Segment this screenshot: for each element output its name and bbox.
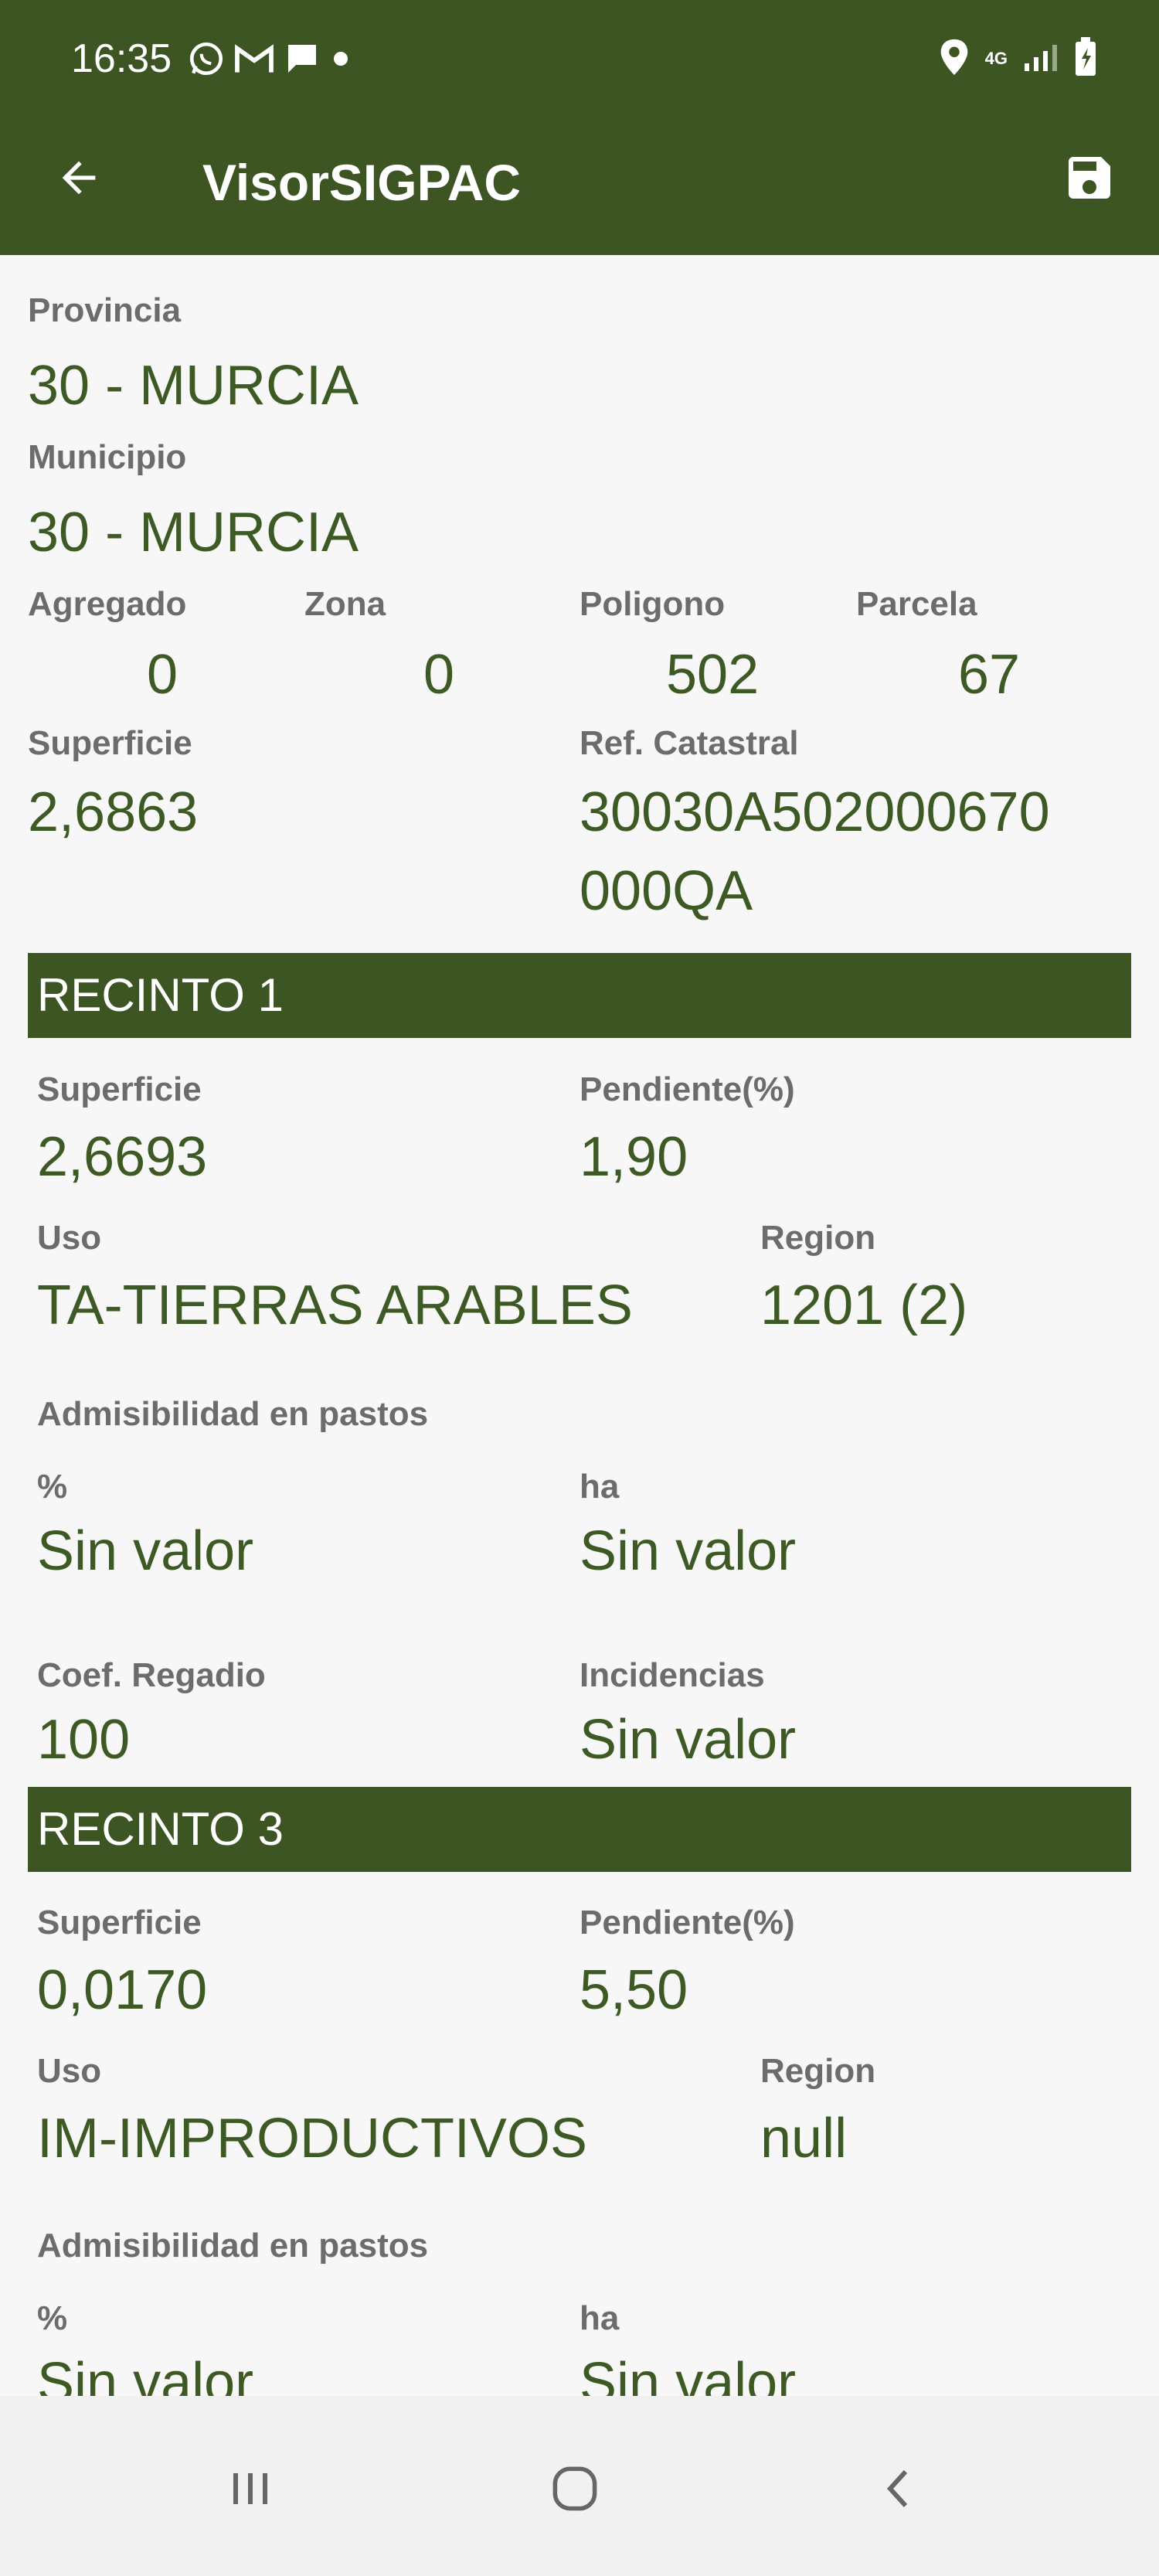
recinto-3-header: RECINTO 3 xyxy=(28,1787,1131,1872)
recent-apps-button[interactable] xyxy=(204,2442,297,2535)
signal-icon xyxy=(1023,42,1059,77)
battery-icon xyxy=(1074,36,1097,81)
recinto-1-uso-value: TA-TIERRAS ARABLES xyxy=(37,1274,633,1336)
zona-value: 0 xyxy=(423,644,455,706)
gmail-icon xyxy=(233,42,275,80)
recinto-1-pct-value: Sin valor xyxy=(37,1520,254,1582)
ref-catastral-value-line1: 30030A502000670 xyxy=(580,781,1050,843)
system-nav-bar xyxy=(0,2396,1159,2576)
agregado-value: 0 xyxy=(147,644,178,706)
poligono-label: Poligono xyxy=(580,585,726,623)
parcela-value: 67 xyxy=(958,644,1021,706)
recinto-1-region-label: Region xyxy=(760,1219,876,1257)
recinto-1-header: RECINTO 1 xyxy=(28,953,1131,1038)
app-bar: 16:35 4G VisorSIGPAC xyxy=(0,0,1159,255)
recinto-1-pendiente-value: 1,90 xyxy=(580,1126,688,1188)
toolbar: VisorSIGPAC xyxy=(0,124,1159,232)
recinto-1-uso-label: Uso xyxy=(37,1219,102,1257)
ref-catastral-label: Ref. Catastral xyxy=(580,724,799,762)
back-nav-button[interactable] xyxy=(853,2442,946,2535)
recinto-3-superficie-label: Superficie xyxy=(37,1904,202,1941)
dot-icon xyxy=(329,47,352,74)
recinto-3-region-value: null xyxy=(760,2108,848,2169)
recinto-1-superficie-value: 2,6693 xyxy=(37,1126,208,1188)
ref-catastral-value-line2: 000QA xyxy=(580,860,753,922)
recinto-3-ha-label: ha xyxy=(580,2299,620,2337)
back-icon xyxy=(886,2469,908,2508)
recinto-3-uso-label: Uso xyxy=(37,2052,102,2090)
recinto-1-region-value: 1201 (2) xyxy=(760,1274,968,1336)
recinto-1-pendiente-label: Pendiente(%) xyxy=(580,1070,795,1108)
provincia-label: Provincia xyxy=(28,291,182,329)
home-button[interactable] xyxy=(529,2442,621,2535)
recinto-3-uso-value: IM-IMPRODUCTIVOS xyxy=(37,2108,587,2169)
recinto-3-pendiente-value: 5,50 xyxy=(580,1959,688,2021)
home-icon xyxy=(552,2466,597,2511)
message-icon xyxy=(283,40,321,81)
recinto-1-admisibilidad-label: Admisibilidad en pastos xyxy=(37,1395,429,1433)
recent-apps-icon xyxy=(233,2473,267,2504)
recinto-3-pendiente-label: Pendiente(%) xyxy=(580,1904,795,1941)
poligono-value: 502 xyxy=(666,644,760,706)
recinto-3-pct-label: % xyxy=(37,2299,68,2337)
recinto-1-incidencias-value: Sin valor xyxy=(580,1709,797,1771)
status-time: 16:35 xyxy=(71,36,172,81)
municipio-label: Municipio xyxy=(28,438,187,476)
arrow-left-icon xyxy=(62,161,96,195)
recinto-1-ha-value: Sin valor xyxy=(580,1520,797,1582)
superficie-label: Superficie xyxy=(28,724,192,762)
recinto-1-coef-regadio-value: 100 xyxy=(37,1709,131,1771)
recinto-1-incidencias-label: Incidencias xyxy=(580,1656,765,1694)
recinto-1-superficie-label: Superficie xyxy=(37,1070,202,1108)
recinto-3-admisibilidad-label: Admisibilidad en pastos xyxy=(37,2227,429,2265)
back-button[interactable] xyxy=(46,145,111,210)
save-button[interactable] xyxy=(1057,145,1122,210)
system-status-icons: 4G xyxy=(939,36,1097,82)
recinto-1-ha-label: ha xyxy=(580,1468,620,1506)
superficie-value: 2,6863 xyxy=(28,781,199,843)
recinto-3-region-label: Region xyxy=(760,2052,876,2090)
recinto-3-superficie-value: 0,0170 xyxy=(37,1959,208,2021)
provincia-value: 30 - MURCIA xyxy=(28,355,359,417)
zona-label: Zona xyxy=(304,585,386,623)
save-icon xyxy=(1069,157,1110,199)
municipio-value: 30 - MURCIA xyxy=(28,502,359,563)
status-bar: 16:35 4G xyxy=(0,0,1159,116)
notification-icons xyxy=(187,39,352,82)
recinto-1-coef-regadio-label: Coef. Regadio xyxy=(37,1656,266,1694)
parcela-label: Parcela xyxy=(856,585,977,623)
4g-icon: 4G xyxy=(984,49,1008,68)
whatsapp-icon xyxy=(187,39,226,82)
location-icon xyxy=(939,38,970,80)
agregado-label: Agregado xyxy=(28,585,187,623)
recinto-1-pct-label: % xyxy=(37,1468,68,1506)
page-title: VisorSIGPAC xyxy=(202,154,522,211)
